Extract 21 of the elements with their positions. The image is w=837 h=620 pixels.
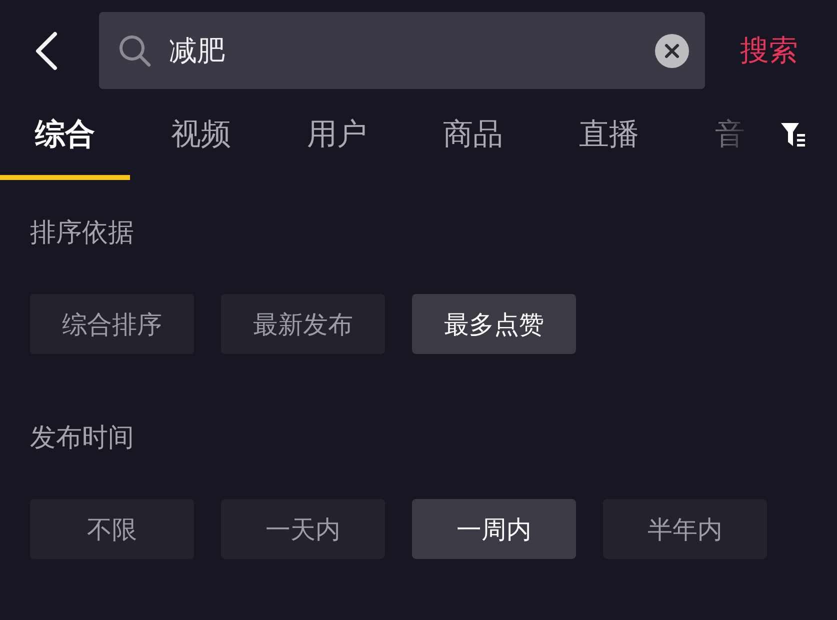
section-title: 排序依据 bbox=[30, 217, 134, 249]
search-button[interactable]: 搜索 bbox=[740, 33, 798, 68]
category-tab[interactable]: 直播 bbox=[544, 89, 674, 180]
filter-option[interactable]: 一周内 bbox=[412, 499, 576, 559]
filter-option[interactable]: 一天内 bbox=[221, 499, 385, 559]
filter-option[interactable]: 最多点赞 bbox=[412, 294, 576, 354]
search-input[interactable]: 减肥 bbox=[169, 34, 655, 67]
back-icon[interactable] bbox=[33, 30, 59, 70]
clear-icon[interactable] bbox=[655, 34, 689, 68]
search-icon bbox=[118, 34, 152, 68]
category-tab[interactable]: 商品 bbox=[408, 89, 538, 180]
filter-option[interactable]: 半年内 bbox=[603, 499, 767, 559]
category-tab[interactable]: 综合 bbox=[0, 89, 130, 180]
section-title: 发布时间 bbox=[30, 422, 134, 454]
filter-option[interactable]: 不限 bbox=[30, 499, 194, 559]
category-tab[interactable]: 视频 bbox=[136, 89, 266, 180]
filter-option[interactable]: 综合排序 bbox=[30, 294, 194, 354]
category-tab[interactable]: 用户 bbox=[272, 89, 402, 180]
filter-icon[interactable] bbox=[780, 121, 807, 148]
search-field[interactable]: 减肥 bbox=[99, 12, 705, 89]
filter-option[interactable]: 最新发布 bbox=[221, 294, 385, 354]
